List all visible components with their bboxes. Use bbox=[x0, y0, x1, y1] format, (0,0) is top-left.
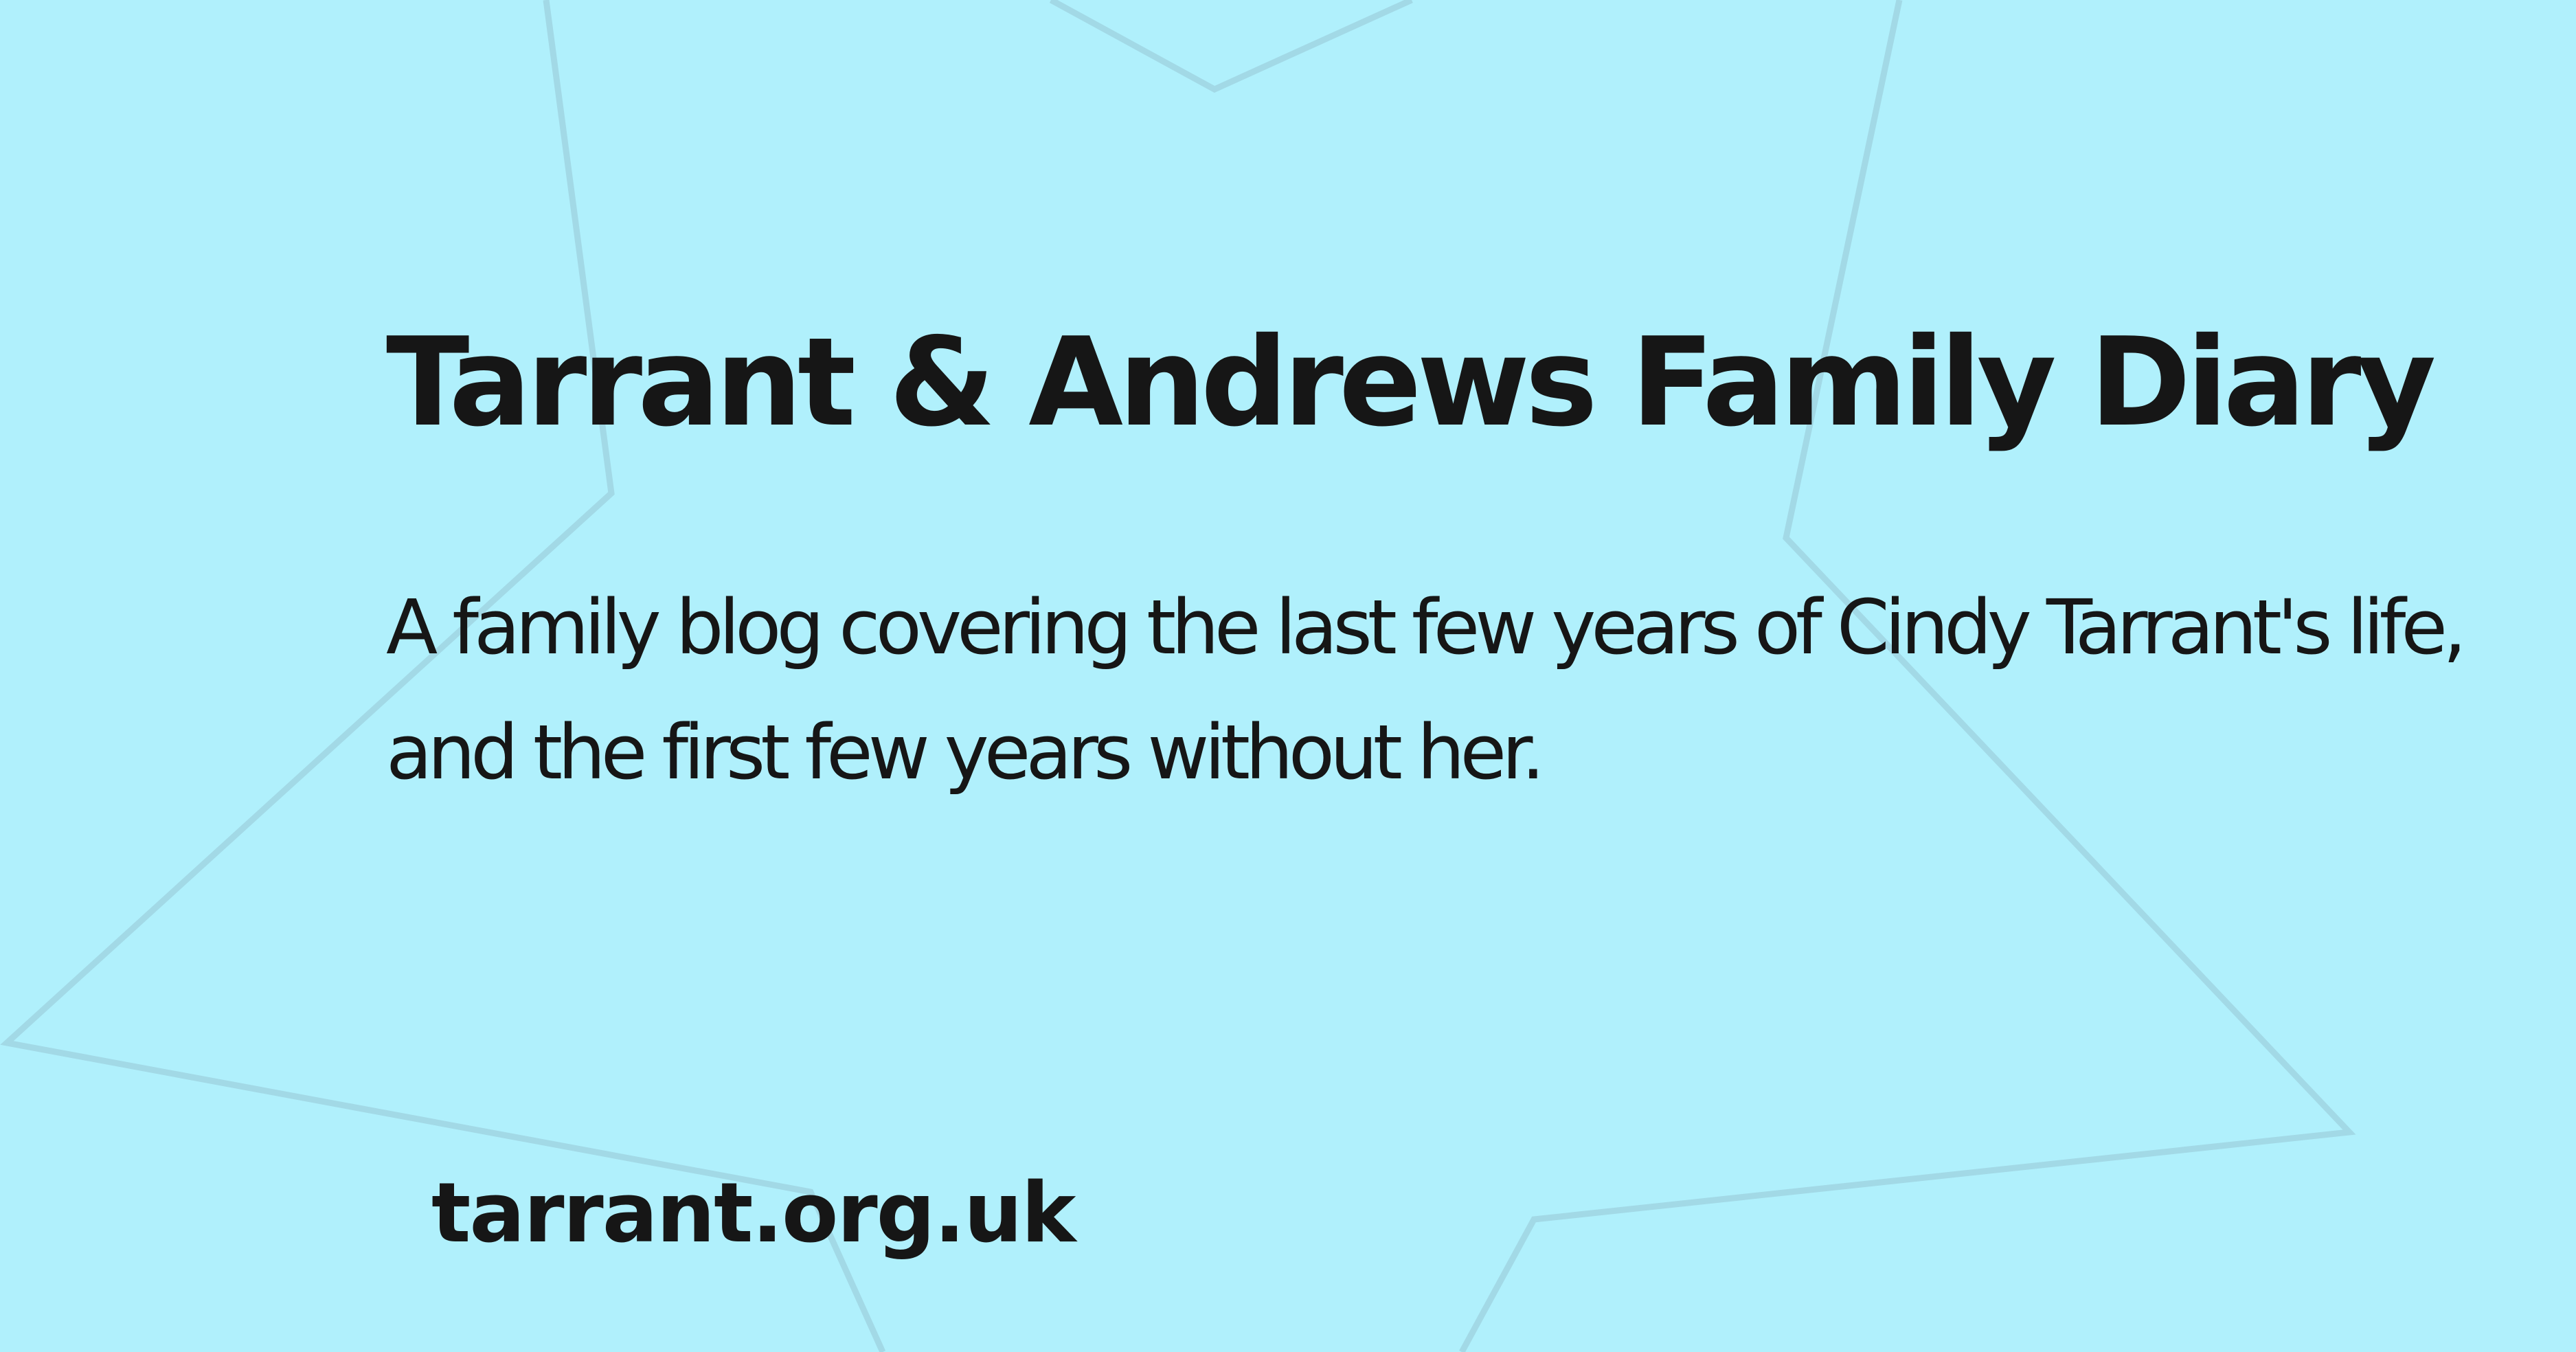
star-outline-top-notch bbox=[1049, 0, 1413, 93]
site-domain[interactable]: tarrant.org.uk bbox=[431, 1164, 1076, 1263]
site-title: Tarrant & Andrews Family Diary bbox=[386, 311, 2436, 453]
site-description: A family blog covering the last few year… bbox=[386, 583, 2467, 796]
